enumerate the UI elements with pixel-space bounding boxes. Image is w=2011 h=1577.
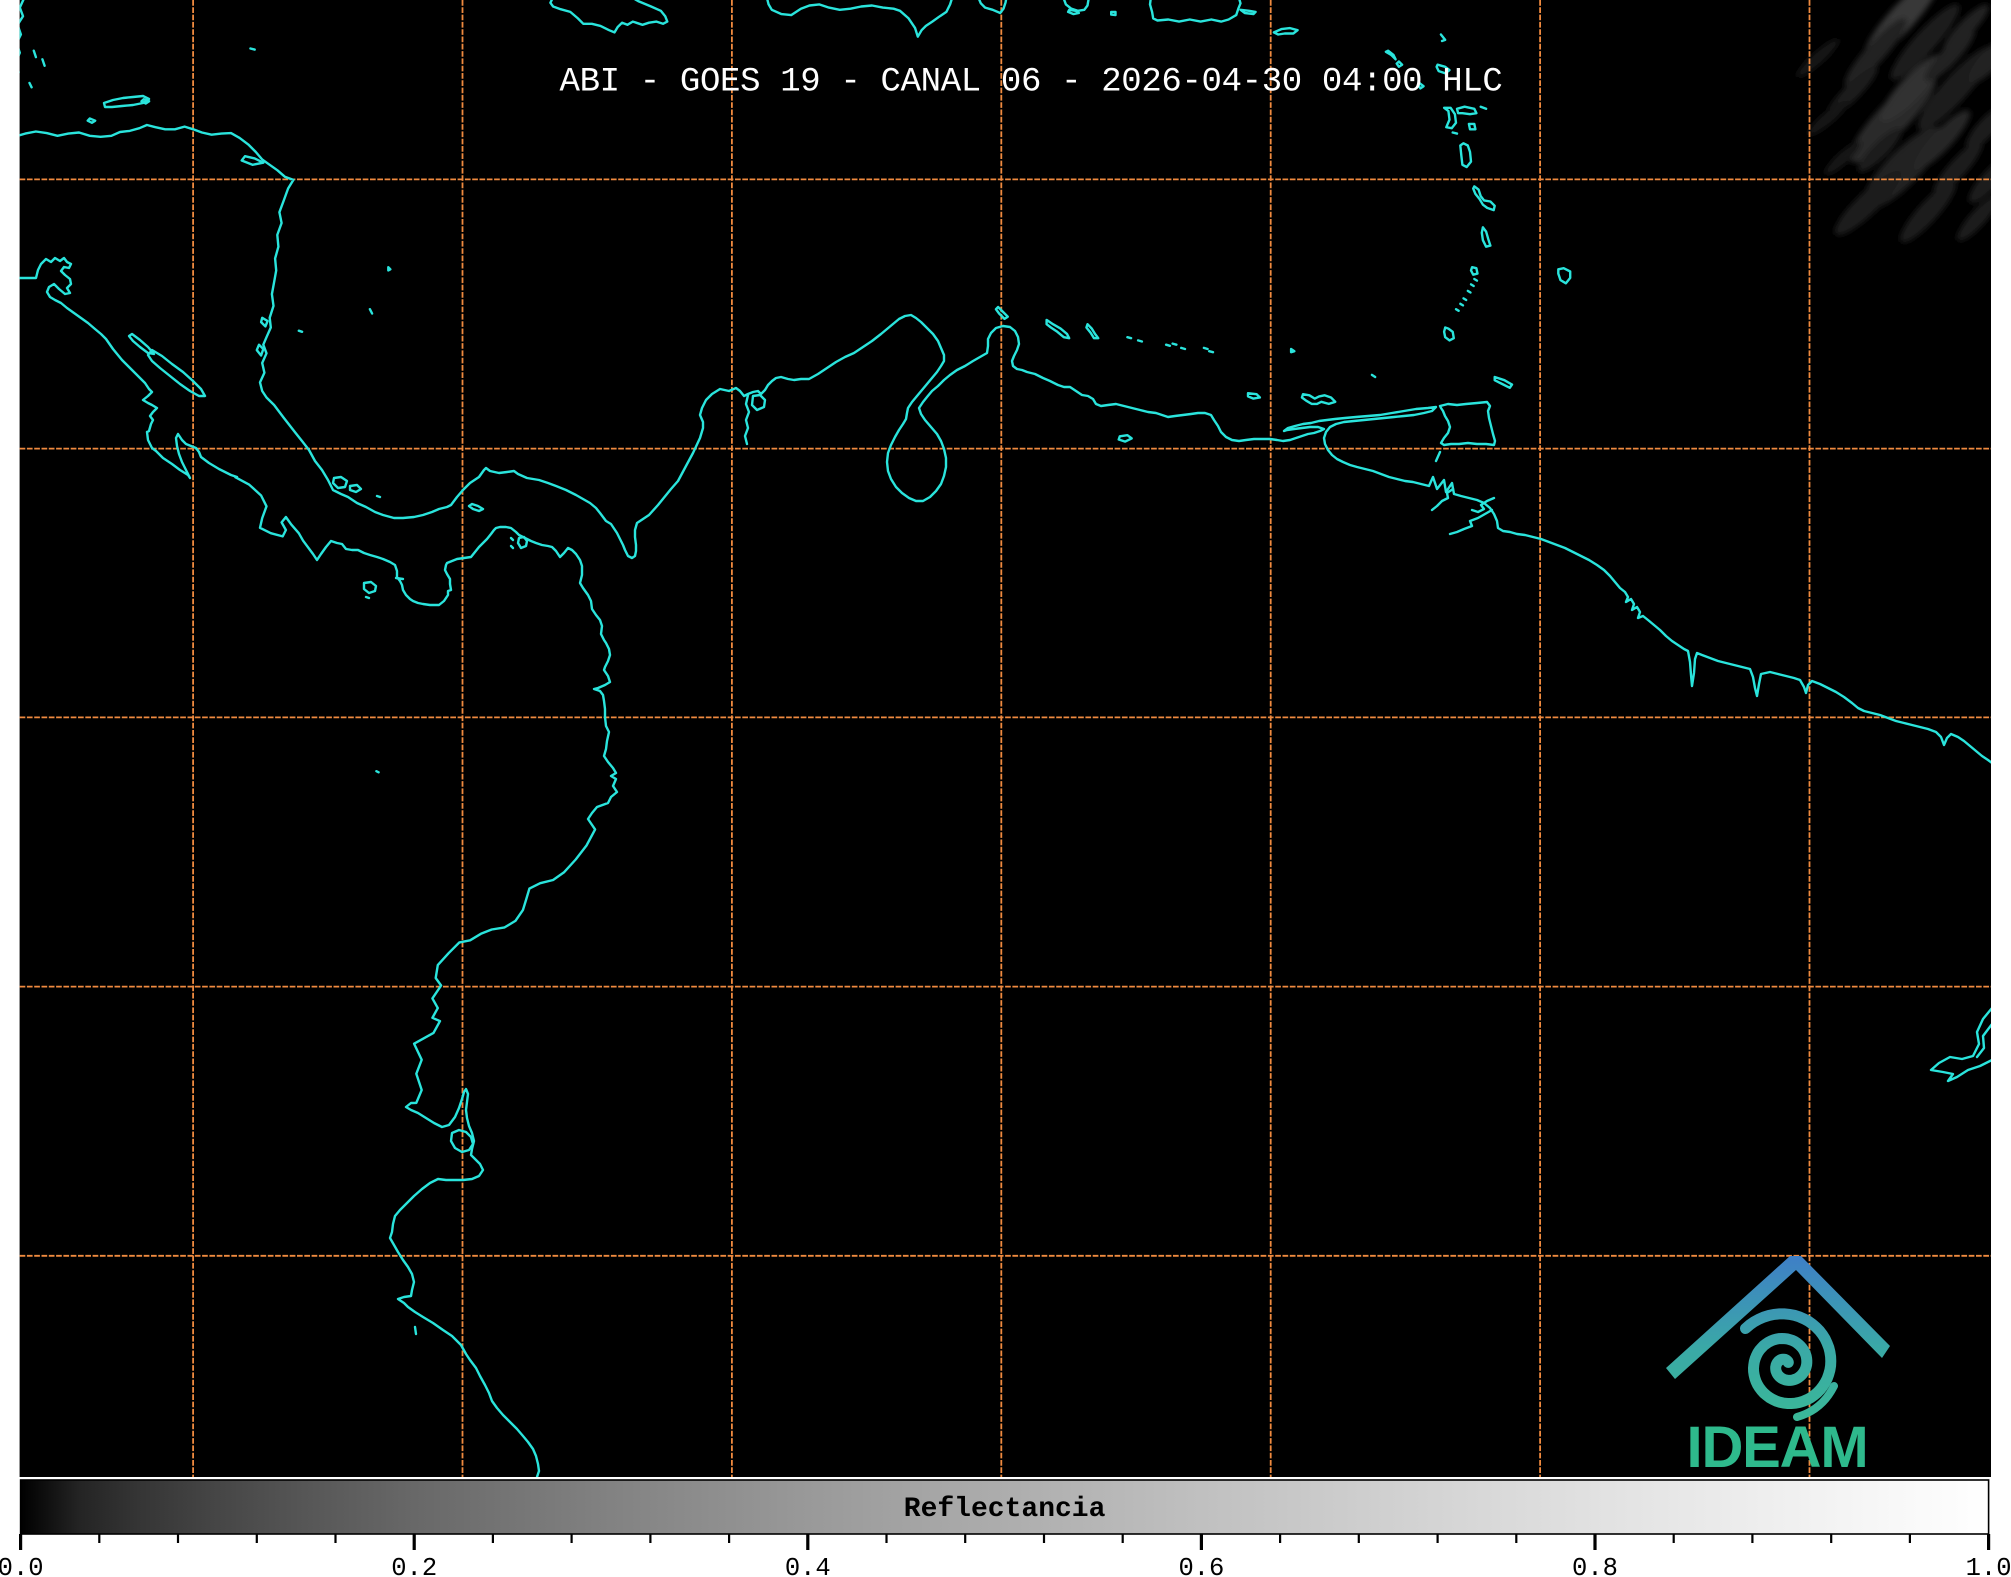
svg-text:0.8: 0.8	[1572, 1554, 1618, 1577]
svg-text:Reflectancia: Reflectancia	[904, 1494, 1106, 1525]
svg-text:ABI - GOES 19 - CANAL 06 - 202: ABI - GOES 19 - CANAL 06 - 2026-04-30 04…	[560, 64, 1503, 102]
svg-text:0.4: 0.4	[785, 1554, 831, 1577]
svg-text:IDEAM: IDEAM	[1687, 1415, 1868, 1480]
svg-text:0.2: 0.2	[391, 1554, 437, 1577]
svg-text:0.0: 0.0	[0, 1554, 44, 1577]
svg-text:0.6: 0.6	[1178, 1554, 1224, 1577]
svg-text:1.0: 1.0	[1966, 1554, 2011, 1577]
